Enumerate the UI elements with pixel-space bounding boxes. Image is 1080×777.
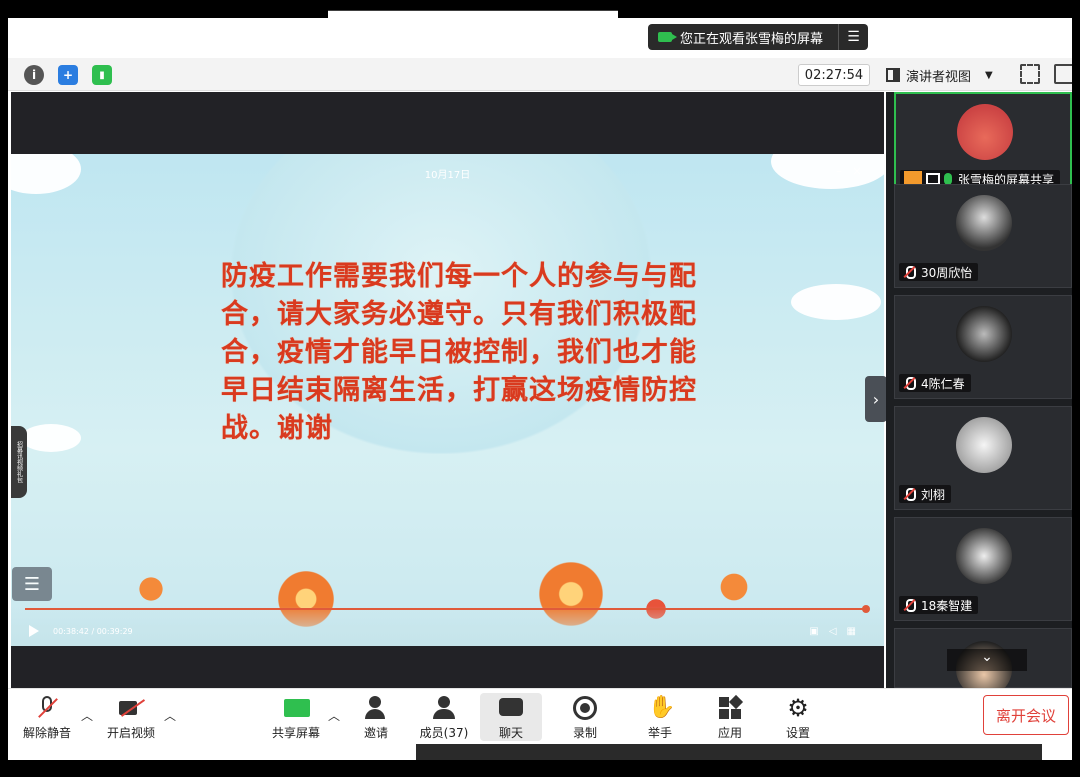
participant-tile[interactable]: 张雪梅的屏幕共享 — [894, 92, 1072, 196]
chevron-down-icon: ▼ — [985, 69, 993, 81]
video-time: 00:38:42 / 00:39:29 — [53, 626, 133, 636]
participant-tile[interactable]: 18秦智建 — [894, 517, 1072, 621]
participant-name-bar: 30周欣怡 — [899, 263, 979, 281]
top-strip — [8, 0, 1072, 18]
invite-button[interactable]: 邀请 — [345, 693, 407, 741]
menu-icon[interactable]: ☰ — [838, 24, 868, 50]
video-player[interactable]: 10月17日 –× 防疫工作需要我们每一个人的参与与配合，请大家务必遵守。只有我… — [11, 154, 884, 646]
chevron-up-icon[interactable]: ︿ — [328, 707, 340, 724]
raise-hand-button[interactable]: ✋ 举手 — [629, 693, 691, 741]
leave-meeting-button[interactable]: 离开会议 — [983, 695, 1069, 735]
shield-icon[interactable]: + — [58, 65, 78, 85]
record-icon — [573, 696, 597, 720]
participant-tile[interactable]: 30周欣怡 — [894, 184, 1072, 288]
meeting-timer: 02:27:54 — [798, 64, 870, 86]
mic-off-icon — [35, 696, 59, 720]
speaker-view-icon — [886, 68, 900, 82]
mic-off-icon — [903, 599, 916, 612]
share-screen-icon — [284, 696, 310, 720]
avatar — [956, 306, 1012, 362]
unmute-button[interactable]: 解除静音 — [16, 693, 78, 741]
participant-tile[interactable]: 4陈仁春 — [894, 295, 1072, 399]
chat-button[interactable]: 聊天 — [480, 693, 542, 741]
chat-icon — [499, 696, 523, 720]
apps-icon — [718, 694, 744, 720]
record-button[interactable]: 录制 — [554, 693, 616, 741]
screen-share-banner[interactable]: 您正在观看张雪梅的屏幕 ☰ — [648, 24, 868, 50]
chevron-up-icon[interactable]: ︿ — [164, 707, 176, 724]
bottom-control-bar: 解除静音 ︿ 开启视频 ︿ 共享屏幕 ︿ 邀请 成员(37) 聊天 录制 ✋ 举… — [8, 688, 1072, 744]
mic-off-icon — [903, 488, 916, 501]
collapse-panel-button[interactable]: › — [865, 376, 887, 422]
settings-button[interactable]: ⚙ 设置 — [767, 693, 829, 741]
participant-name-bar: 刘栩 — [899, 485, 952, 503]
apps-button[interactable]: 应用 — [699, 693, 761, 741]
chevron-up-icon[interactable]: ︿ — [81, 707, 93, 724]
avatar — [956, 195, 1012, 251]
gear-icon: ⚙ — [787, 694, 809, 722]
video-progress-bar[interactable] — [25, 605, 870, 613]
play-icon[interactable] — [29, 625, 39, 637]
chevron-down-icon[interactable]: ⌄ — [947, 649, 1027, 671]
members-button[interactable]: 成员(37) — [413, 693, 475, 741]
view-mode-select[interactable]: 演讲者视图 ▼ — [886, 64, 1008, 86]
participant-tile[interactable]: 刘栩 — [894, 406, 1072, 510]
video-controls: 00:38:42 / 00:39:29 ▣◁▦ — [11, 616, 884, 646]
mic-off-icon — [903, 266, 916, 279]
list-icon[interactable]: ☰ — [12, 567, 52, 601]
members-icon — [432, 696, 456, 720]
side-tab[interactable]: 招募讯视频礼包 — [11, 426, 27, 498]
layout-icon[interactable] — [1054, 64, 1072, 84]
mic-off-icon — [903, 377, 916, 390]
view-mode-label: 演讲者视图 — [906, 69, 972, 85]
invite-icon — [364, 696, 388, 720]
avatar — [957, 104, 1013, 160]
banner-text: 您正在观看张雪梅的屏幕 — [680, 31, 824, 47]
participant-name-bar: 4陈仁春 — [899, 374, 971, 392]
video-title: 10月17日 — [424, 170, 471, 181]
video-off-icon — [119, 696, 146, 720]
shared-screen-stage: 10月17日 –× 防疫工作需要我们每一个人的参与与配合，请大家务必遵守。只有我… — [11, 92, 884, 688]
signal-icon[interactable]: ▮ — [92, 65, 112, 85]
player-icons[interactable]: ▣◁▦ — [809, 626, 866, 637]
participant-tile[interactable]: ⌄ — [894, 628, 1072, 697]
top-toolbar: i + ▮ 02:27:54 演讲者视图 ▼ — [8, 58, 1072, 91]
participants-panel: 张雪梅的屏幕共享 30周欣怡 4陈仁春 刘栩 18秦智建 ⌄ — [886, 92, 1072, 697]
participant-name-bar: 18秦智建 — [899, 596, 979, 614]
info-icon[interactable]: i — [24, 65, 44, 85]
slide-text: 防疫工作需要我们每一个人的参与与配合，请大家务必遵守。只有我们积极配合，疫情才能… — [221, 261, 697, 444]
start-video-button[interactable]: 开启视频 — [100, 693, 162, 741]
camera-icon — [658, 32, 677, 42]
background-window — [416, 744, 1042, 760]
meeting-window: 您正在观看张雪梅的屏幕 ☰ i + ▮ 02:27:54 演讲者视图 ▼ 10月… — [8, 0, 1072, 760]
hand-icon: ✋ — [648, 695, 676, 720]
fullscreen-icon[interactable] — [1020, 64, 1040, 84]
share-screen-button[interactable]: 共享屏幕 — [265, 693, 327, 741]
avatar — [956, 417, 1012, 473]
video-window-controls[interactable]: –× — [836, 164, 872, 178]
avatar — [956, 528, 1012, 584]
